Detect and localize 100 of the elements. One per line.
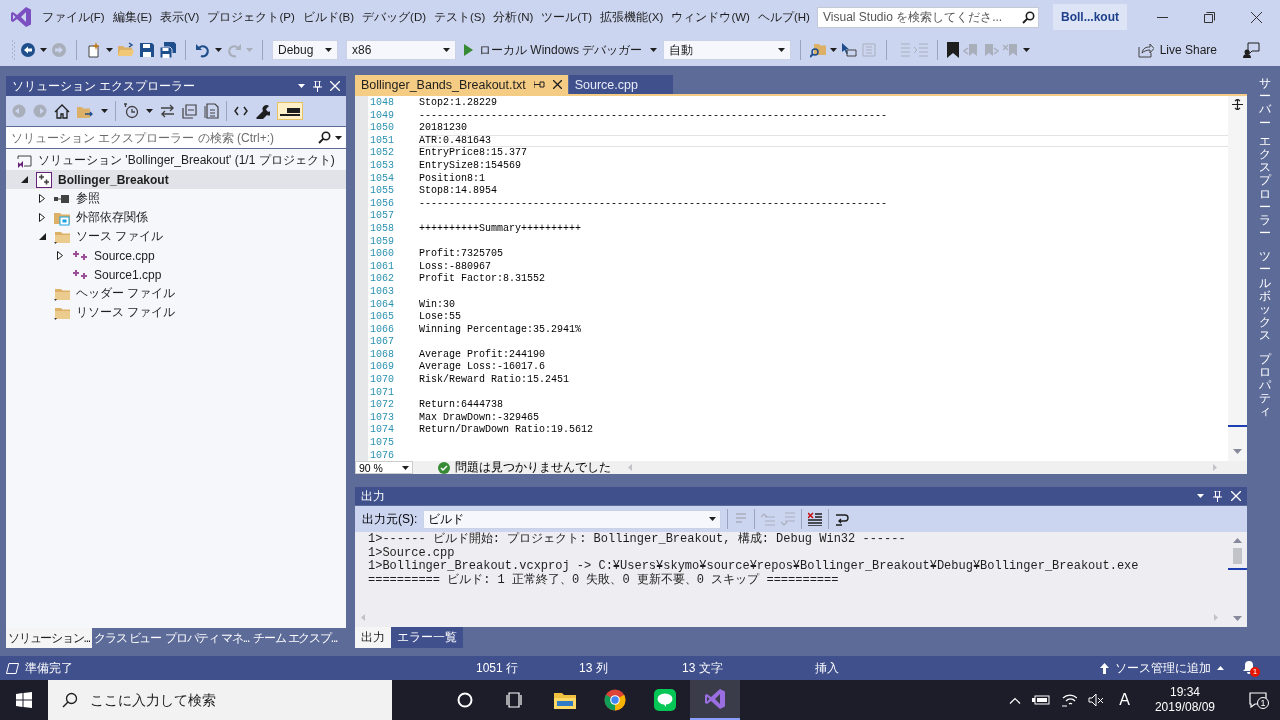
platform-dropdown[interactable]: x86 [346, 40, 456, 60]
caret-icon[interactable] [106, 48, 113, 52]
browser-icon[interactable] [604, 689, 626, 711]
solution-name-badge[interactable]: Boll...kout [1053, 4, 1127, 30]
view-code-icon[interactable] [234, 106, 248, 116]
search-input[interactable]: ここに入力して検索 [90, 692, 370, 708]
play-icon[interactable] [464, 44, 473, 56]
tree-item[interactable]: 参照 [6, 189, 346, 208]
menu-item[interactable]: 編集(E) [108, 6, 157, 28]
debug-target-dropdown[interactable]: 自動 [663, 40, 792, 60]
zoom-dropdown[interactable]: 90 % [355, 461, 413, 474]
close-icon[interactable] [1251, 11, 1262, 23]
visual-studio-logo[interactable] [10, 6, 32, 28]
menu-item[interactable]: デバッグ(D) [358, 6, 431, 28]
clear-all-icon[interactable] [808, 512, 823, 526]
close-icon[interactable] [552, 80, 562, 89]
home-icon[interactable] [54, 103, 70, 119]
tree-item[interactable]: Source1.cpp [6, 265, 346, 284]
menu-item[interactable]: ビルド(B) [298, 6, 359, 28]
output-source-dropdown[interactable]: ビルド [423, 509, 722, 529]
caret-icon[interactable] [709, 517, 717, 521]
back-icon[interactable] [20, 42, 36, 58]
tree-item[interactable]: 外部依存関係 [6, 208, 346, 227]
show-all-files-icon[interactable] [204, 103, 219, 119]
side-tab[interactable]: エクスプローラー [1259, 134, 1271, 241]
panel-tab[interactable]: プロパティ マネ... [162, 628, 252, 648]
search-icon[interactable] [62, 692, 78, 708]
side-tab[interactable]: サーバー [1259, 77, 1271, 130]
tree-item[interactable]: ヘッダー ファイル [6, 284, 346, 303]
caret-icon[interactable] [101, 109, 108, 113]
word-wrap-icon[interactable] [835, 512, 852, 526]
caret-icon[interactable] [335, 135, 342, 140]
issues-status[interactable]: 問題は見つかりませんでした [455, 459, 611, 476]
save-icon[interactable] [139, 42, 155, 58]
tree-item[interactable]: リソース ファイル [6, 303, 346, 322]
document-tab[interactable]: Source.cpp [568, 75, 673, 94]
pin-icon[interactable] [533, 80, 545, 89]
caret-icon[interactable] [146, 109, 153, 113]
panel-tab[interactable]: クラス ビュー [92, 628, 163, 648]
open-folder-icon[interactable] [117, 42, 135, 58]
caret-icon[interactable] [1197, 494, 1204, 498]
up-arrow-icon[interactable] [1100, 662, 1109, 674]
caret-icon[interactable] [830, 48, 838, 52]
scroll-down-icon[interactable] [1233, 616, 1242, 621]
collapsed-arrow-icon[interactable] [57, 251, 63, 260]
menu-item[interactable]: 表示(V) [156, 6, 204, 28]
search-icon[interactable] [318, 131, 331, 144]
menu-item[interactable]: ファイル(F) [38, 6, 109, 28]
visual-studio-icon[interactable] [704, 688, 726, 710]
caret-icon[interactable] [298, 84, 305, 88]
input-method-indicator[interactable]: A [1119, 691, 1130, 709]
collapsed-arrow-icon[interactable] [39, 194, 45, 203]
share-icon[interactable] [1137, 42, 1154, 58]
caret-icon[interactable] [1217, 666, 1224, 670]
bookmark-icon[interactable] [947, 42, 960, 58]
vertical-scrollbar[interactable] [1228, 96, 1247, 461]
caret-icon[interactable] [40, 48, 47, 52]
expanded-arrow-icon[interactable] [38, 233, 46, 240]
find-in-files-icon[interactable] [810, 42, 827, 58]
tree-item[interactable]: ソリューション 'Bollinger_Breakout' (1/1 プロジェクト) [6, 151, 346, 170]
live-share-button[interactable]: Live Share [1131, 39, 1223, 61]
menu-item[interactable]: ツール(T) [537, 6, 597, 28]
pending-changes-icon[interactable] [123, 103, 139, 119]
caret-icon[interactable] [443, 48, 450, 52]
split-icon[interactable] [1232, 99, 1243, 110]
undo-icon[interactable] [195, 42, 211, 58]
collapsed-arrow-icon[interactable] [39, 213, 45, 222]
cursor-icon[interactable] [841, 42, 858, 58]
clock[interactable]: 19:34 2019/08/09 [1154, 685, 1215, 715]
scroll-up-icon[interactable] [1233, 538, 1242, 543]
preview-toggle-icon[interactable] [280, 106, 300, 116]
wrench-icon[interactable] [255, 103, 270, 119]
feedback-icon[interactable] [1243, 42, 1260, 58]
task-view-icon[interactable] [506, 692, 524, 708]
menu-item[interactable]: 分析(N) [489, 6, 538, 28]
expanded-arrow-icon[interactable] [20, 176, 28, 183]
restore-icon[interactable] [1204, 11, 1215, 23]
document-tab[interactable]: Bollinger_Bands_Breakout.txt [355, 75, 568, 94]
toolbar-grip[interactable] [12, 40, 16, 60]
minimize-icon[interactable] [1157, 16, 1168, 18]
menu-item[interactable]: ヘルプ(H) [753, 6, 814, 28]
chat-app-icon[interactable] [654, 689, 676, 711]
caret-icon[interactable] [650, 48, 658, 52]
tree-item[interactable]: ソース ファイル [6, 227, 346, 246]
menu-item[interactable]: テスト(S) [430, 6, 490, 28]
menu-item[interactable]: 拡張機能(X) [596, 6, 668, 28]
tree-item[interactable]: Source.cpp [6, 246, 346, 265]
wifi-icon[interactable] [1061, 693, 1078, 707]
action-center-icon[interactable] [1249, 692, 1267, 708]
chevron-up-icon[interactable] [1009, 696, 1022, 704]
scroll-thumb[interactable] [1233, 548, 1242, 564]
panel-tab[interactable]: チーム エクスプ... [251, 628, 340, 648]
panel-tab[interactable]: 出力 [355, 627, 391, 648]
caret-icon[interactable] [1023, 48, 1031, 52]
muted-speaker-icon[interactable] [1088, 693, 1105, 707]
windows-start-icon[interactable] [16, 692, 32, 708]
collapse-all-icon[interactable] [182, 103, 197, 119]
folder-icon[interactable] [554, 691, 576, 709]
search-icon[interactable] [1022, 10, 1035, 24]
taskbar-search-field[interactable]: ここに入力して検索 [48, 680, 392, 720]
